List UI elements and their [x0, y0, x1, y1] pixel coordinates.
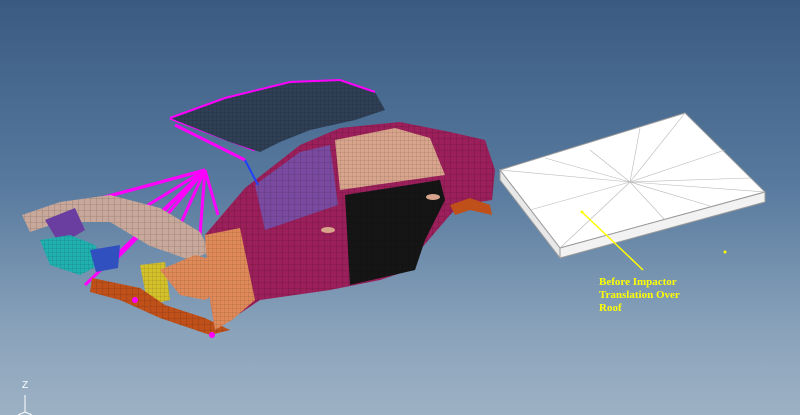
graphics-viewport[interactable]: Before Impactor Translation Over Roof Z: [0, 0, 800, 415]
annotation-label: Before Impactor Translation Over Roof: [599, 276, 680, 314]
triad-z-label: Z: [22, 380, 29, 391]
coordinate-triad-icon: [17, 395, 33, 415]
impactor-block: [499, 112, 766, 260]
car-body: [160, 122, 495, 330]
fe-model-canvas[interactable]: [0, 0, 800, 415]
